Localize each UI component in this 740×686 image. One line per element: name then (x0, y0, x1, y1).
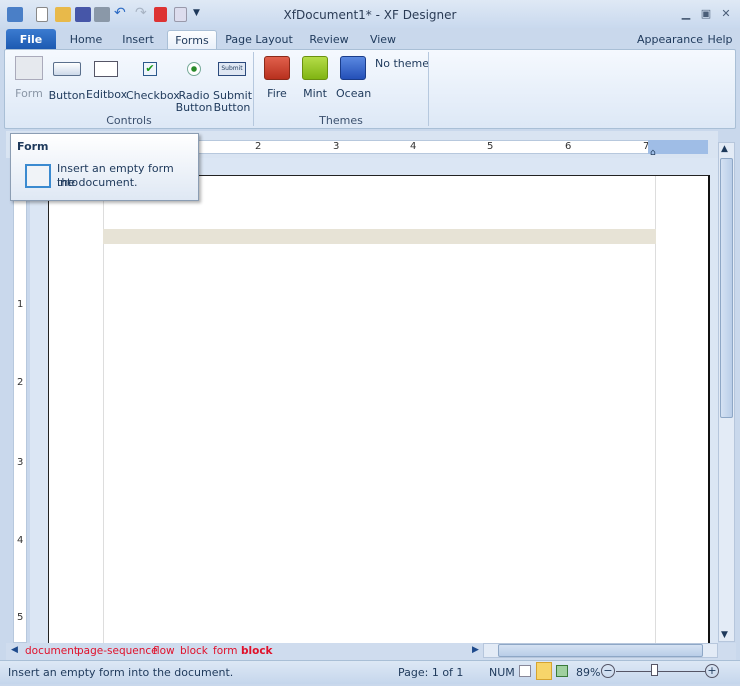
ruler-label: 4 (410, 141, 417, 152)
horizontal-scroll-thumb[interactable] (498, 644, 703, 657)
themes-group-label: Themes (319, 114, 363, 127)
zoom-level: 89% (576, 666, 601, 679)
help-label: Help (707, 33, 733, 46)
ruler-label: 4 (17, 535, 24, 546)
submit-button-button[interactable]: Submit Submit Button (213, 56, 252, 114)
margin-line (655, 176, 656, 646)
tooltip-text-line2: the document. (57, 176, 138, 189)
ruler-label: 6 (565, 141, 572, 152)
zoom-in-icon[interactable]: + (705, 664, 719, 678)
zoom-slider[interactable] (616, 671, 705, 672)
breadcrumb-block[interactable]: block (180, 645, 208, 657)
zoom-out-icon[interactable]: − (601, 664, 615, 678)
breadcrumb-document[interactable]: document (25, 645, 78, 657)
button-label: Button (48, 89, 86, 102)
tab-home[interactable]: Home (64, 30, 108, 50)
ruler-label: 2 (255, 141, 262, 152)
status-message: Insert an empty form into the document. (8, 666, 234, 679)
theme-fire[interactable]: Fire (262, 56, 292, 100)
customize-icon[interactable]: ▼ (193, 8, 200, 18)
new-icon[interactable] (36, 7, 48, 22)
tab-page-layout[interactable]: Page Layout (225, 30, 293, 50)
appearance-menu[interactable]: Appearance ▾ (636, 30, 704, 66)
ruler-label: 1 (17, 299, 24, 310)
ocean-label: Ocean (336, 87, 372, 100)
ruler-margin-area (648, 140, 708, 154)
editbox-button[interactable]: Editbox (86, 56, 128, 101)
breadcrumb-flow[interactable]: flow (153, 645, 175, 657)
redo-icon[interactable]: ↷ (135, 5, 147, 21)
margin-line (103, 176, 104, 646)
document-page[interactable] (48, 175, 710, 646)
vertical-scroll-thumb[interactable] (720, 158, 733, 418)
minimize-icon[interactable]: ▁ (678, 8, 694, 20)
ruler-label: 2 (17, 377, 24, 388)
group-divider (428, 52, 429, 126)
tab-insert[interactable]: Insert (116, 30, 160, 50)
ruler-label: 5 (487, 141, 494, 152)
preview-view-icon[interactable] (556, 665, 568, 677)
block-element[interactable] (103, 229, 656, 244)
window-title: XfDocument1* - XF Designer (283, 8, 457, 22)
editbox-label: Editbox (86, 88, 128, 101)
form-label: Form (15, 87, 43, 100)
maximize-icon[interactable]: ▣ (698, 8, 714, 20)
num-lock-indicator: NUM (489, 666, 515, 679)
breadcrumb-left-icon[interactable]: ◀ (11, 645, 18, 655)
app-icon[interactable] (7, 7, 23, 22)
tooltip-title: Form (17, 140, 49, 153)
theme-mint[interactable]: Mint (300, 56, 330, 100)
scroll-up-icon[interactable]: ▲ (721, 144, 728, 154)
breadcrumb-block-current[interactable]: block (241, 645, 273, 657)
checkbox-button[interactable]: ✔ Checkbox (126, 56, 180, 102)
indent-marker[interactable]: ⌂ (650, 148, 656, 158)
breadcrumb-form[interactable]: form (213, 645, 237, 657)
save-icon[interactable] (75, 7, 91, 22)
close-icon[interactable]: ✕ (718, 8, 734, 20)
ruler-label: 3 (333, 141, 340, 152)
no-theme-button[interactable]: No theme (375, 57, 429, 70)
ruler-label: 3 (17, 457, 24, 468)
print-icon[interactable] (94, 7, 110, 22)
theme-ocean[interactable]: Ocean (336, 56, 372, 100)
design-view-icon[interactable] (536, 662, 552, 680)
mint-label: Mint (303, 87, 327, 100)
ruler-label: 5 (17, 612, 24, 623)
pdf-icon[interactable] (154, 7, 167, 22)
zoom-slider-thumb[interactable] (651, 664, 658, 676)
edit-view-icon[interactable] (519, 665, 531, 677)
button-button[interactable]: Button (48, 56, 86, 102)
controls-group-label: Controls (106, 114, 152, 127)
radio-label-2: Button (175, 101, 213, 114)
open-icon[interactable] (55, 7, 71, 22)
form-button[interactable]: Form (12, 56, 46, 100)
help-menu[interactable]: Help ▾ (704, 30, 736, 66)
scroll-down-icon[interactable]: ▼ (721, 630, 728, 640)
form-icon (25, 164, 51, 188)
breadcrumb-page-sequence[interactable]: page-sequence (77, 645, 158, 657)
breadcrumb-right-icon[interactable]: ▶ (472, 645, 479, 655)
page-indicator: Page: 1 of 1 (398, 666, 464, 679)
fire-label: Fire (267, 87, 287, 100)
tab-view[interactable]: View (364, 30, 402, 50)
submit-label-2: Button (213, 101, 251, 114)
tooltip: Form Insert an empty form into the docum… (10, 133, 199, 201)
preview-icon[interactable] (174, 7, 187, 22)
radio-button-button[interactable]: Radio Button (175, 56, 213, 114)
tab-review[interactable]: Review (307, 30, 351, 50)
vertical-ruler[interactable]: 1 2 3 4 5 (13, 160, 27, 643)
tab-file[interactable]: File (6, 29, 56, 50)
undo-icon[interactable]: ↶ (114, 5, 126, 21)
appearance-label: Appearance (636, 33, 704, 46)
tab-forms[interactable]: Forms (167, 30, 217, 51)
checkbox-label: Checkbox (126, 89, 180, 102)
